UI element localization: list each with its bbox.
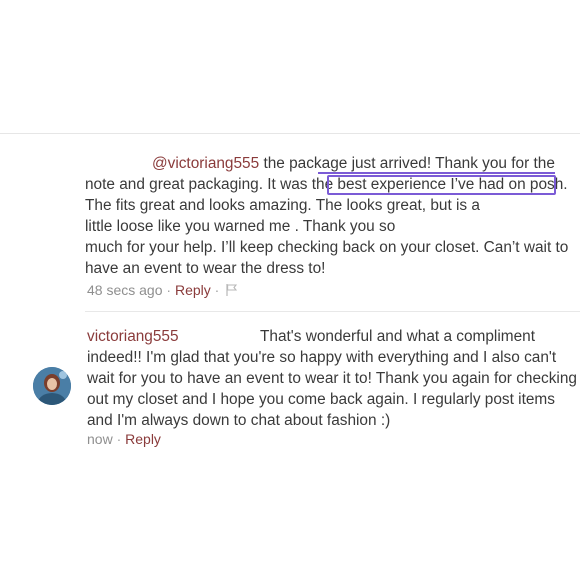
separator: ·	[166, 282, 172, 298]
comment-line: the package just arrived! Thank you for …	[259, 155, 555, 172]
comment-1-meta: 48 secs ago · Reply ·	[87, 282, 238, 299]
flag-icon[interactable]	[226, 283, 238, 299]
timestamp: now	[87, 431, 113, 447]
separator: ·	[214, 282, 220, 298]
username-link[interactable]: victoriang555	[87, 328, 179, 345]
comment-line: have an event to wear the dress to!	[85, 260, 326, 277]
comment-line: much for your help. I’ll keep checking b…	[85, 239, 569, 256]
comment-line: The fits great and looks amazing. The lo…	[85, 197, 480, 214]
reply-button[interactable]: Reply	[125, 431, 161, 447]
comment-line: out my closet and I hope you come back a…	[87, 391, 555, 408]
comment-line: wait for you to have an event to wear it…	[87, 370, 577, 387]
comment-line: and I'm always down to chat about fashio…	[87, 412, 391, 429]
comment-line: indeed!! I'm glad that you're so happy w…	[87, 349, 557, 366]
highlight-underline	[318, 172, 555, 174]
avatar[interactable]	[33, 367, 71, 405]
comment-2-meta: now · Reply	[87, 431, 161, 447]
comment-line: That's wonderful and what a compliment	[260, 328, 535, 345]
timestamp: 48 secs ago	[87, 282, 163, 298]
reply-button[interactable]: Reply	[175, 282, 211, 298]
top-divider	[0, 133, 580, 134]
separator: ·	[116, 431, 122, 447]
comment-divider	[85, 311, 580, 312]
comment-line: little loose like you warned me . Thank …	[85, 218, 396, 235]
mention-link[interactable]: @victoriang555	[152, 155, 259, 172]
highlight-box	[327, 175, 556, 195]
